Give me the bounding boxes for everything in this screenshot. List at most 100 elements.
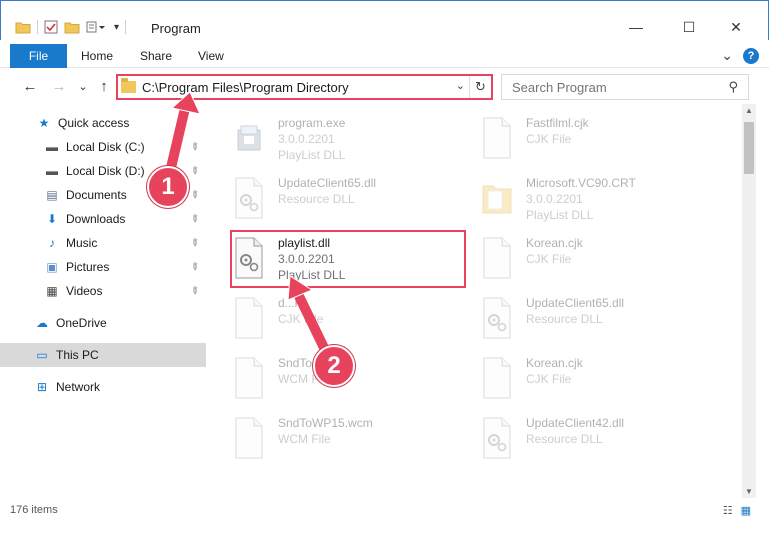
file-meta: 3.0.0.2201 bbox=[278, 132, 335, 146]
file-icon bbox=[232, 416, 266, 460]
file-meta: CJK File bbox=[278, 312, 324, 326]
qat-dropdown-icon[interactable]: ▾ bbox=[114, 22, 119, 33]
sidebar-item[interactable]: ♪ Music ✎ bbox=[0, 231, 206, 255]
pin-icon[interactable]: ✎ bbox=[187, 284, 201, 298]
file-meta: Resource DLL bbox=[278, 192, 355, 206]
file-icon bbox=[480, 236, 514, 280]
pin-icon[interactable]: ✎ bbox=[187, 260, 201, 274]
file-item[interactable]: SndToWP15.wcm WCM File bbox=[218, 410, 450, 468]
vertical-scrollbar[interactable]: ▲ ▼ bbox=[742, 104, 756, 498]
ribbon-tabs: File Home Share View ⌄ ? bbox=[0, 44, 769, 68]
quick-access-toolbar: ▾ bbox=[15, 17, 127, 37]
scroll-thumb[interactable] bbox=[744, 122, 754, 174]
sidebar-item[interactable]: ▬ Local Disk (C:) ✎ bbox=[0, 135, 206, 159]
pin-icon[interactable]: ✎ bbox=[187, 212, 201, 226]
large-icons-view-icon[interactable]: ▦ bbox=[741, 504, 751, 517]
tab-home[interactable]: Home bbox=[81, 49, 113, 63]
sidebar-item[interactable]: ▭ This PC bbox=[0, 343, 206, 367]
navigation-bar: ← → ⌄ ↑ C:\Program Files\Program Directo… bbox=[0, 72, 769, 100]
up-button[interactable]: ↑ bbox=[94, 76, 114, 96]
file-meta: 3.0.0.2201 bbox=[526, 192, 583, 206]
file-item[interactable]: UpdateClient65.dll Resource DLL bbox=[466, 290, 698, 348]
details-view-icon[interactable]: ☷ bbox=[723, 504, 733, 517]
sidebar-item-label: Pictures bbox=[66, 260, 110, 274]
refresh-button[interactable]: ↻ bbox=[469, 76, 491, 98]
file-name: d...k bbox=[278, 296, 301, 310]
file-item[interactable]: UpdateClient65.dll Resource DLL bbox=[218, 170, 450, 228]
file-name: program.exe bbox=[278, 116, 346, 130]
sidebar-item[interactable]: ⊞ Network bbox=[0, 375, 206, 399]
search-box[interactable]: ⚲ bbox=[501, 74, 749, 100]
file-item[interactable]: Korean.cjk CJK File bbox=[466, 350, 698, 408]
sidebar-item[interactable]: ⬇ Downloads ✎ bbox=[0, 207, 206, 231]
pin-icon[interactable]: ✎ bbox=[187, 236, 201, 250]
file-meta: Resource DLL bbox=[526, 312, 603, 326]
exe-file-icon bbox=[232, 116, 266, 160]
customize-icon[interactable] bbox=[86, 20, 108, 34]
documents-icon: ▤ bbox=[46, 188, 58, 202]
sidebar-item-label: Network bbox=[56, 380, 101, 394]
sidebar-item[interactable]: ▣ Pictures ✎ bbox=[0, 255, 206, 279]
forward-button[interactable]: → bbox=[49, 76, 69, 96]
file-icon bbox=[480, 116, 514, 160]
sidebar-item-label: Downloads bbox=[66, 212, 126, 226]
dll-file-icon bbox=[480, 296, 514, 340]
file-name: UpdateClient42.dll bbox=[526, 416, 625, 430]
file-meta: PlayList DLL bbox=[278, 148, 346, 162]
separator bbox=[125, 20, 127, 34]
properties-icon[interactable] bbox=[44, 20, 58, 34]
recent-locations-button[interactable]: ⌄ bbox=[73, 76, 93, 96]
file-meta: WCM File bbox=[278, 432, 331, 446]
sidebar-item-label: OneDrive bbox=[56, 316, 107, 330]
annotation-badge-1: 1 bbox=[147, 166, 189, 208]
scroll-up-icon[interactable]: ▲ bbox=[745, 106, 753, 115]
sidebar-item-label: Local Disk (C:) bbox=[66, 140, 145, 154]
separator bbox=[37, 20, 38, 34]
sidebar-item-label: Videos bbox=[66, 284, 103, 298]
file-icon bbox=[480, 356, 514, 400]
scroll-down-icon[interactable]: ▼ bbox=[745, 487, 753, 496]
address-dropdown-icon[interactable]: ⌄ bbox=[456, 79, 465, 92]
address-path[interactable]: C:\Program Files\Program Directory bbox=[142, 80, 349, 95]
file-item[interactable]: program.exe 3.0.0.2201 PlayList DLL bbox=[218, 110, 450, 168]
address-bar[interactable]: C:\Program Files\Program Directory ⌄ ↻ bbox=[116, 74, 493, 100]
file-item[interactable]: UpdateClient42.dll Resource DLL bbox=[466, 410, 698, 468]
tab-file[interactable]: File bbox=[10, 44, 67, 68]
item-count: 176 items bbox=[10, 504, 58, 516]
search-icon[interactable]: ⚲ bbox=[728, 79, 738, 95]
search-input[interactable] bbox=[512, 76, 722, 98]
annotation-badge-2: 2 bbox=[313, 345, 355, 387]
folder-icon[interactable] bbox=[15, 20, 31, 34]
maximize-button[interactable]: ☐ bbox=[669, 13, 709, 41]
tab-view[interactable]: View bbox=[198, 49, 224, 63]
minimize-button[interactable]: — bbox=[616, 13, 656, 41]
file-meta: Resource DLL bbox=[526, 432, 603, 446]
sidebar-item[interactable]: ▦ Videos ✎ bbox=[0, 279, 206, 303]
pin-icon[interactable]: ✎ bbox=[187, 188, 201, 202]
sidebar-item-label: Music bbox=[66, 236, 98, 250]
help-icon[interactable]: ? bbox=[743, 47, 759, 64]
star-icon: ★ bbox=[38, 116, 50, 130]
pin-icon[interactable]: ✎ bbox=[187, 140, 201, 154]
expand-ribbon-icon[interactable]: ⌄ bbox=[721, 47, 733, 64]
sidebar-item[interactable]: ★ Quick access bbox=[0, 111, 206, 135]
videos-icon: ▦ bbox=[46, 284, 58, 298]
sidebar-item-label: This PC bbox=[56, 348, 99, 362]
file-meta: CJK File bbox=[526, 132, 572, 146]
pin-icon[interactable]: ✎ bbox=[187, 164, 201, 178]
file-name: UpdateClient65.dll bbox=[526, 296, 625, 310]
file-item[interactable]: d...k CJK File bbox=[218, 290, 450, 348]
new-folder-icon[interactable] bbox=[64, 20, 80, 34]
drive-icon: ▬ bbox=[46, 140, 58, 154]
file-item[interactable]: Microsoft.VC90.CRT 3.0.0.2201 PlayList DLL bbox=[466, 170, 698, 228]
file-icon bbox=[232, 356, 266, 400]
tab-share[interactable]: Share bbox=[140, 49, 172, 63]
close-button[interactable]: ✕ bbox=[716, 13, 756, 41]
drive-icon: ▬ bbox=[46, 164, 58, 178]
file-item[interactable]: Fastfilml.cjk CJK File bbox=[466, 110, 698, 168]
pictures-icon: ▣ bbox=[46, 260, 58, 274]
file-item[interactable]: Korean.cjk CJK File bbox=[466, 230, 698, 288]
back-button[interactable]: ← bbox=[20, 76, 40, 96]
sidebar-item[interactable]: ☁ OneDrive bbox=[0, 311, 206, 335]
title-bar: ▾ Program — ☐ ✕ bbox=[0, 0, 769, 40]
